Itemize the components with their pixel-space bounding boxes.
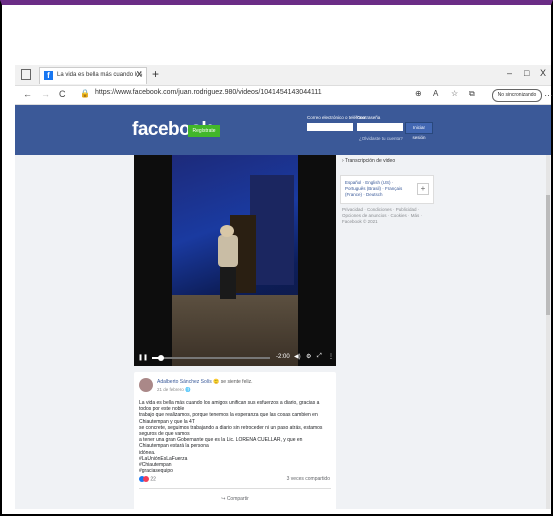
browser-tab-bar: f La vida es bella más cuando los X + – … xyxy=(15,65,551,86)
chevron-right-icon: › xyxy=(342,158,344,164)
avatar[interactable] xyxy=(139,378,153,392)
email-field[interactable] xyxy=(307,123,353,131)
address-bar: ← → C 🔒 https://www.facebook.com/juan.ro… xyxy=(15,86,553,105)
video-person-legs xyxy=(220,265,236,299)
settings-icon[interactable]: ⚙ xyxy=(306,353,311,360)
video-player[interactable]: ❚❚ -2:00 ◀) ⚙ ⤢ ⋮ xyxy=(134,155,336,366)
login-button[interactable]: Iniciar sesión xyxy=(405,122,433,140)
globe-icon: 🌐 xyxy=(185,387,191,392)
video-frame xyxy=(172,155,298,366)
post-date[interactable]: 21 de febrero 🌐 xyxy=(157,387,191,393)
register-button[interactable]: Regístrate xyxy=(188,125,220,137)
page-scrollbar[interactable] xyxy=(546,155,550,509)
add-language-icon[interactable]: + xyxy=(417,183,429,195)
facebook-header: facebook Regístrate Correo electrónico o… xyxy=(15,105,551,155)
progress-knob[interactable] xyxy=(158,355,165,361)
post-body-line: a tener una gran Gobernante que es la Li… xyxy=(139,437,303,450)
post-author: Adalberto Sánchez Solís 🙂 se siente feli… xyxy=(157,379,252,385)
post-body-line: trabajo que realizamos, porque tenemos l… xyxy=(139,412,318,425)
reaction-count: 22 xyxy=(150,476,156,483)
post-body-line: se concrete, seguimos trabajando a diari… xyxy=(139,424,323,438)
browser-tab[interactable]: f La vida es bella más cuando los X xyxy=(39,67,147,84)
author-feeling: se siente feliz. xyxy=(220,379,253,385)
facebook-favicon-icon: f xyxy=(44,71,53,80)
share-button[interactable]: ↪ Compartir xyxy=(134,496,336,502)
post-date-text: 21 de febrero xyxy=(157,387,184,392)
url-field[interactable]: https://www.facebook.com/juan.rodriguez.… xyxy=(95,89,322,96)
more-icon[interactable]: … xyxy=(544,88,553,98)
forgot-account-link[interactable]: ¿Olvidaste tu cuenta? xyxy=(359,136,403,141)
favorite-icon[interactable]: ☆ xyxy=(451,89,458,98)
password-label: Contraseña xyxy=(357,115,381,120)
post-card: Adalberto Sánchez Solís 🙂 se siente feli… xyxy=(134,372,336,512)
post-body-line: La vida es bella más cuando los amigos u… xyxy=(139,400,320,413)
language-links[interactable]: Español · English (US) · Português (Bras… xyxy=(345,180,415,198)
video-person-head xyxy=(220,225,234,237)
post-body: La vida es bella más cuando los amigos u… xyxy=(139,400,331,474)
share-count[interactable]: 3 veces compartido xyxy=(287,476,330,482)
maximize-button[interactable]: □ xyxy=(524,68,529,78)
fullscreen-icon[interactable]: ⤢ xyxy=(317,353,322,360)
video-controls: ❚❚ -2:00 ◀) ⚙ ⤢ ⋮ xyxy=(134,351,336,366)
time-remaining: -2:00 xyxy=(276,354,290,360)
read-aloud-icon[interactable]: A xyxy=(433,89,438,98)
love-icon xyxy=(143,476,149,482)
forward-icon: → xyxy=(41,89,50,99)
back-icon[interactable]: ← xyxy=(23,89,32,99)
video-wall xyxy=(250,175,294,285)
share-button-label: Compartir xyxy=(226,496,249,502)
transcript-label: Transcripción de video xyxy=(344,158,396,164)
author-name[interactable]: Adalberto Sánchez Solís xyxy=(157,379,212,385)
share-icon: ↪ xyxy=(221,496,226,502)
zoom-icon[interactable]: ⊕ xyxy=(415,89,422,98)
collections-icon[interactable]: ⧉ xyxy=(469,89,475,99)
refresh-icon[interactable]: C xyxy=(59,89,66,99)
scrollbar-thumb[interactable] xyxy=(546,195,550,315)
volume-icon[interactable]: ◀) xyxy=(294,353,301,360)
video-person-body xyxy=(218,235,238,267)
video-progress-bar[interactable] xyxy=(152,355,270,361)
new-tab-button[interactable]: + xyxy=(152,67,159,81)
profile-sync-button[interactable]: No sincronizando xyxy=(492,89,542,102)
page-content: ❚❚ -2:00 ◀) ⚙ ⤢ ⋮ Adalberto Sánchez Solí… xyxy=(15,155,551,512)
feeling-icon: 🙂 xyxy=(213,379,220,385)
more-options-icon[interactable]: ⋮ xyxy=(328,353,334,360)
post-body-line[interactable]: #graciasequipo xyxy=(139,468,331,474)
language-selector: Español · English (US) · Português (Bras… xyxy=(340,175,434,204)
reactions-summary[interactable]: 22 xyxy=(139,476,156,482)
footer-links[interactable]: Privacidad · Condiciones · Publicidad · … xyxy=(342,207,434,225)
tab-title: La vida es bella más cuando los xyxy=(57,72,143,78)
video-transcript-toggle[interactable]: › Transcripción de video xyxy=(342,158,395,164)
divider xyxy=(139,488,331,489)
password-field[interactable] xyxy=(357,123,403,131)
lock-icon: 🔒 xyxy=(80,89,90,98)
close-window-button[interactable]: X xyxy=(540,68,546,78)
tab-actions-icon[interactable] xyxy=(21,69,31,80)
minimize-button[interactable]: – xyxy=(507,68,512,78)
pause-icon[interactable]: ❚❚ xyxy=(138,354,148,361)
tab-close-icon[interactable]: X xyxy=(137,70,142,79)
